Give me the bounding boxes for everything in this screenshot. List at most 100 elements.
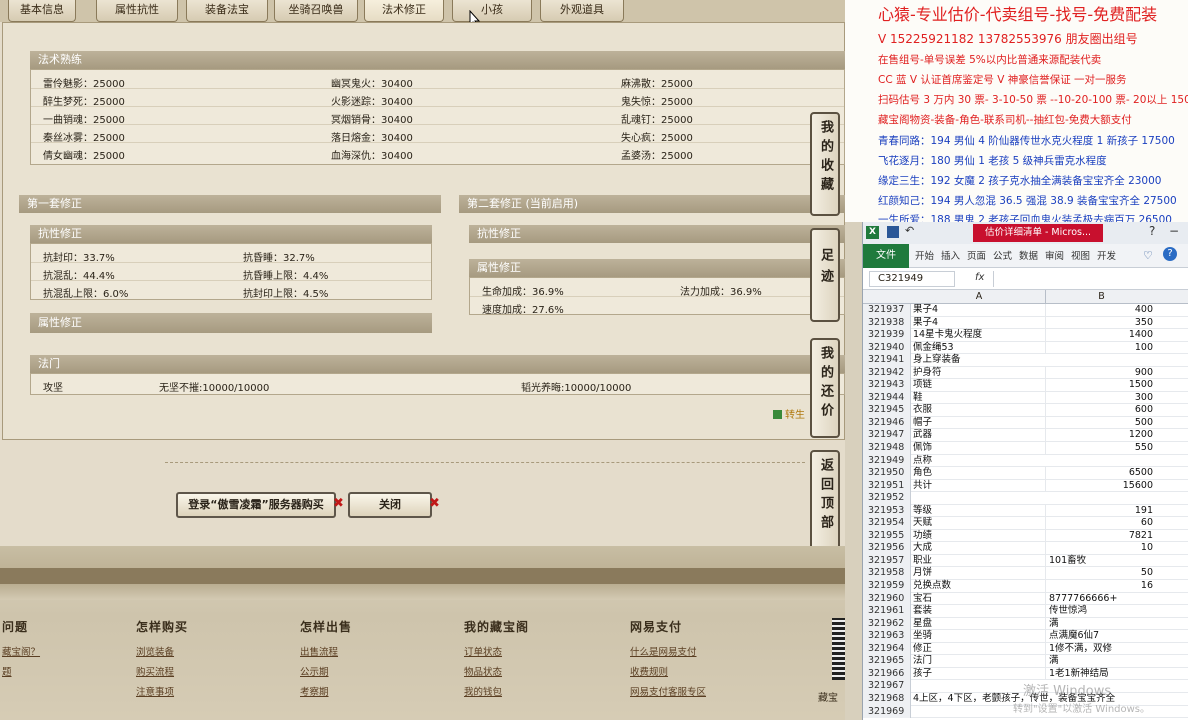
cell-b[interactable]: 1修不满，双修 [1045,642,1157,656]
close-button[interactable]: 关闭 [348,492,432,518]
cell-a[interactable]: 鞋 [913,392,1045,405]
cell-a[interactable]: 天赋 [913,517,1045,530]
cell-b[interactable]: 500 [1045,416,1157,430]
row-number[interactable]: 321945 [863,404,911,417]
row-number[interactable]: 321940 [863,341,911,355]
cell-a[interactable]: 坐骑 [913,630,1045,643]
table-row[interactable]: 321947 武器 1200 [863,429,1188,443]
cell-b[interactable]: 15600 [1045,479,1157,493]
tab-basic-info[interactable]: 基本信息 [8,0,76,22]
row-number[interactable]: 321962 [863,617,911,631]
table-row[interactable]: 321943 项链 1500 [863,379,1188,392]
save-icon[interactable] [887,226,899,238]
footer-link[interactable]: 注意事项 [136,684,174,698]
row-number[interactable]: 321941 [863,354,911,367]
table-row[interactable]: 321957 职业 101畜牧 [863,554,1188,568]
row-number[interactable]: 321952 [863,492,911,505]
name-box[interactable]: C321949 [869,271,955,287]
cell-a[interactable]: 法门 [913,655,1045,668]
table-row[interactable]: 321963 坐骑 点满魔6仙7 [863,630,1188,643]
table-row[interactable]: 321942 护身符 900 [863,366,1188,380]
cell-a[interactable]: 套装 [913,605,1045,618]
footer-link[interactable]: 公示期 [300,664,329,678]
tab-child[interactable]: 小孩 [452,0,532,22]
cell-b[interactable]: 6500 [1045,467,1157,480]
tab-appearance[interactable]: 外观道具 [540,0,624,22]
footprint-button[interactable]: 足迹 [810,228,840,322]
table-row[interactable]: 321964 修正 1修不满，双修 [863,642,1188,656]
table-row[interactable]: 321937 果子4 400 [863,304,1188,317]
footer-link[interactable]: 题 [2,664,12,678]
cell-a[interactable]: 兑换点数 [913,580,1045,593]
row-number[interactable]: 321959 [863,580,911,593]
row-number[interactable]: 321956 [863,542,911,555]
cell-b[interactable]: 传世惊鸿 [1045,605,1157,618]
cell-b[interactable]: 100 [1045,341,1157,355]
cell-a[interactable]: 武器 [913,429,1045,442]
footer-link[interactable]: 藏宝阁？ [2,644,40,658]
cell-b[interactable]: 191 [1045,504,1157,518]
ribbon-tab[interactable]: 审阅 [1045,248,1064,262]
tab-equipment[interactable]: 装备法宝 [186,0,268,22]
help-circle-icon[interactable]: ? [1163,247,1177,261]
footer-link[interactable]: 我的钱包 [464,684,502,698]
tab-attribute-resist[interactable]: 属性抗性 [96,0,178,22]
cell-a[interactable]: 月饼 [913,567,1045,580]
ribbon-tab[interactable]: 公式 [993,248,1012,262]
table-row[interactable]: 321952 [863,492,1188,505]
footer-link[interactable]: 浏览装备 [136,644,174,658]
row-number[interactable]: 321957 [863,554,911,568]
row-number[interactable]: 321960 [863,592,911,606]
cell-b[interactable]: 满 [1045,617,1157,631]
cell-b[interactable]: 1400 [1045,329,1157,342]
footer-link[interactable]: 物品状态 [464,664,502,678]
tab-mount-summon[interactable]: 坐骑召唤兽 [274,0,358,22]
help-icon[interactable]: ? [1149,224,1155,238]
row-number[interactable]: 321965 [863,655,911,668]
cell-a[interactable]: 功绩 [913,530,1045,543]
cell-b[interactable]: 1200 [1045,429,1157,442]
my-bargain-button[interactable]: 我的还价 [810,338,840,438]
table-row[interactable]: 321960 宝石 8777766666+ [863,592,1188,606]
zhuansheng-link[interactable]: 转生 [773,406,805,421]
row-number[interactable]: 321937 [863,304,911,317]
row-number[interactable]: 321942 [863,366,911,380]
tab-spell-mod[interactable]: 法术修正 [364,0,444,22]
cell-a[interactable]: 衣服 [913,404,1045,417]
cell-a[interactable]: 护身符 [913,367,1045,380]
row-number[interactable]: 321958 [863,567,911,581]
cell-b[interactable]: 900 [1045,366,1157,380]
ribbon-tab[interactable]: 页面 [967,248,986,262]
cell-a[interactable]: 角色 [913,467,1045,480]
row-number[interactable]: 321944 [863,391,911,405]
row-number[interactable]: 321968 [863,692,911,706]
footer-link[interactable]: 购买流程 [136,664,174,678]
row-number[interactable]: 321966 [863,667,911,681]
cell-b[interactable]: 550 [1045,442,1157,455]
table-row[interactable]: 321955 功绩 7821 [863,529,1188,543]
cell-b[interactable]: 16 [1045,580,1157,593]
row-number[interactable]: 321967 [863,680,911,693]
cell-a[interactable]: 大成 [913,542,1045,555]
cell-a[interactable]: 星盘 [913,618,1045,631]
ribbon-tab[interactable]: 插入 [941,248,960,262]
cell-b[interactable]: 350 [1045,316,1157,330]
cell-b[interactable]: 60 [1045,517,1157,530]
table-row[interactable]: 321954 天赋 60 [863,517,1188,530]
row-number[interactable]: 321947 [863,429,911,443]
cell-a[interactable]: 职业 [913,555,1045,568]
row-number[interactable]: 321949 [863,454,911,468]
cell-a[interactable]: 果子4 [913,317,1045,330]
cell-b[interactable]: 7821 [1045,529,1157,543]
column-header-b[interactable]: B [1045,290,1157,304]
cell-b[interactable]: 400 [1045,304,1157,317]
table-row[interactable]: 321951 共计 15600 [863,479,1188,493]
footer-link[interactable]: 出售流程 [300,644,338,658]
footer-link[interactable]: 什么是网易支付 [630,644,697,658]
cell-a[interactable]: 修正 [913,643,1045,656]
table-row[interactable]: 321962 星盘满 [863,617,1188,631]
table-row[interactable]: 321941 身上穿装备 [863,354,1188,367]
row-number[interactable]: 321938 [863,316,911,330]
row-number[interactable]: 321939 [863,329,911,342]
row-number[interactable]: 321964 [863,642,911,656]
